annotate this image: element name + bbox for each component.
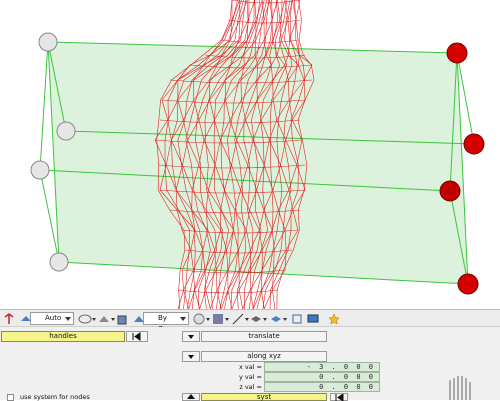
layer-icon[interactable] <box>250 312 262 325</box>
handle[interactable] <box>49 252 69 272</box>
reset-selection-button[interactable] <box>126 331 148 342</box>
y-val-label: y val = <box>238 373 262 381</box>
selected-handle[interactable] <box>457 273 479 295</box>
handle[interactable] <box>30 160 50 180</box>
handle[interactable] <box>56 121 76 141</box>
selected-handle[interactable] <box>439 180 461 202</box>
panel-decoration-icon <box>449 376 471 400</box>
graphics-viewport[interactable] <box>0 0 500 309</box>
model-canvas[interactable] <box>0 0 500 309</box>
shape-icon[interactable] <box>98 312 110 325</box>
mesh-icon[interactable] <box>291 312 303 325</box>
view-mode-dropdown[interactable]: Auto <box>30 312 74 325</box>
morph-volume-face <box>47 41 469 285</box>
morph-panel: handles translate along xyz x val = - 3 … <box>0 327 500 401</box>
z-val-label: z val = <box>239 383 262 391</box>
star-icon[interactable] <box>328 312 340 325</box>
selected-handle[interactable] <box>463 133 485 155</box>
view-mode-value: Auto <box>45 314 62 322</box>
color-mode-dropdown[interactable]: By Comp <box>143 312 189 333</box>
sphere-icon[interactable] <box>192 312 206 325</box>
surface-icon[interactable] <box>270 312 282 325</box>
operation-button[interactable]: translate <box>201 331 327 342</box>
z-val-input[interactable]: 0 . 0 0 0 <box>264 382 380 392</box>
skip-back-icon <box>132 332 141 341</box>
x-val-input[interactable]: - 3 . 0 0 0 <box>264 362 380 372</box>
selected-handle[interactable] <box>446 42 468 64</box>
lasso-icon[interactable] <box>78 312 92 325</box>
grid-icon[interactable] <box>212 312 224 325</box>
direction-dropdown-button[interactable] <box>182 351 200 362</box>
operation-dropdown-button[interactable] <box>182 331 200 342</box>
monitor-icon[interactable] <box>307 312 319 325</box>
entity-selector[interactable]: handles <box>1 331 125 342</box>
direction-label: along xyz <box>247 352 281 360</box>
x-val-label: x val = <box>238 363 262 371</box>
direction-button[interactable]: along xyz <box>201 351 327 362</box>
toggle-icon[interactable] <box>3 312 15 325</box>
entity-selector-label: handles <box>49 332 77 340</box>
toolbar: Auto By Comp <box>0 309 500 333</box>
handle[interactable] <box>38 32 58 52</box>
y-val-input[interactable]: 0 . 0 0 0 <box>264 372 380 382</box>
line-icon[interactable] <box>232 312 244 325</box>
cube-icon[interactable] <box>116 312 128 325</box>
operation-label: translate <box>248 332 280 340</box>
